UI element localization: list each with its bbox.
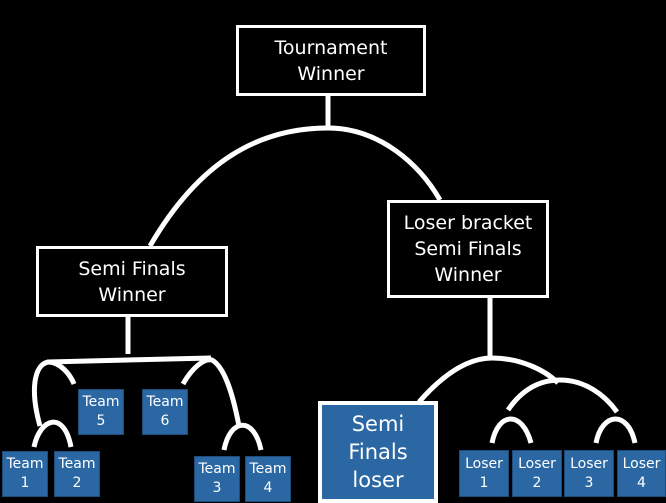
connector: [180, 357, 242, 427]
semi-finals-loser-node: Semi Finals loser: [318, 401, 438, 503]
loser-node: Loser 3: [564, 450, 614, 497]
team-node: Team 5: [78, 389, 124, 435]
loser-bracket-winner-node: Loser bracket Semi Finals Winner: [387, 200, 549, 298]
team-node: Team 3: [194, 456, 240, 502]
connector: [47, 355, 212, 365]
team-node: Team 1: [2, 451, 48, 497]
team-node: Team 2: [54, 451, 100, 497]
connector: [417, 355, 560, 404]
tournament-winner-node: Tournament Winner: [236, 25, 426, 96]
team-node: Team 6: [142, 389, 188, 435]
team-node: Team 4: [245, 456, 291, 502]
connector: [489, 416, 534, 444]
semi-finals-winner-node: Semi Finals Winner: [36, 246, 228, 317]
connector: [32, 359, 77, 427]
connector: [505, 377, 620, 414]
connector: [593, 416, 638, 444]
connector: [221, 422, 264, 451]
loser-node: Loser 1: [459, 450, 509, 497]
loser-node: Loser 4: [617, 450, 666, 497]
loser-node: Loser 2: [512, 450, 562, 497]
